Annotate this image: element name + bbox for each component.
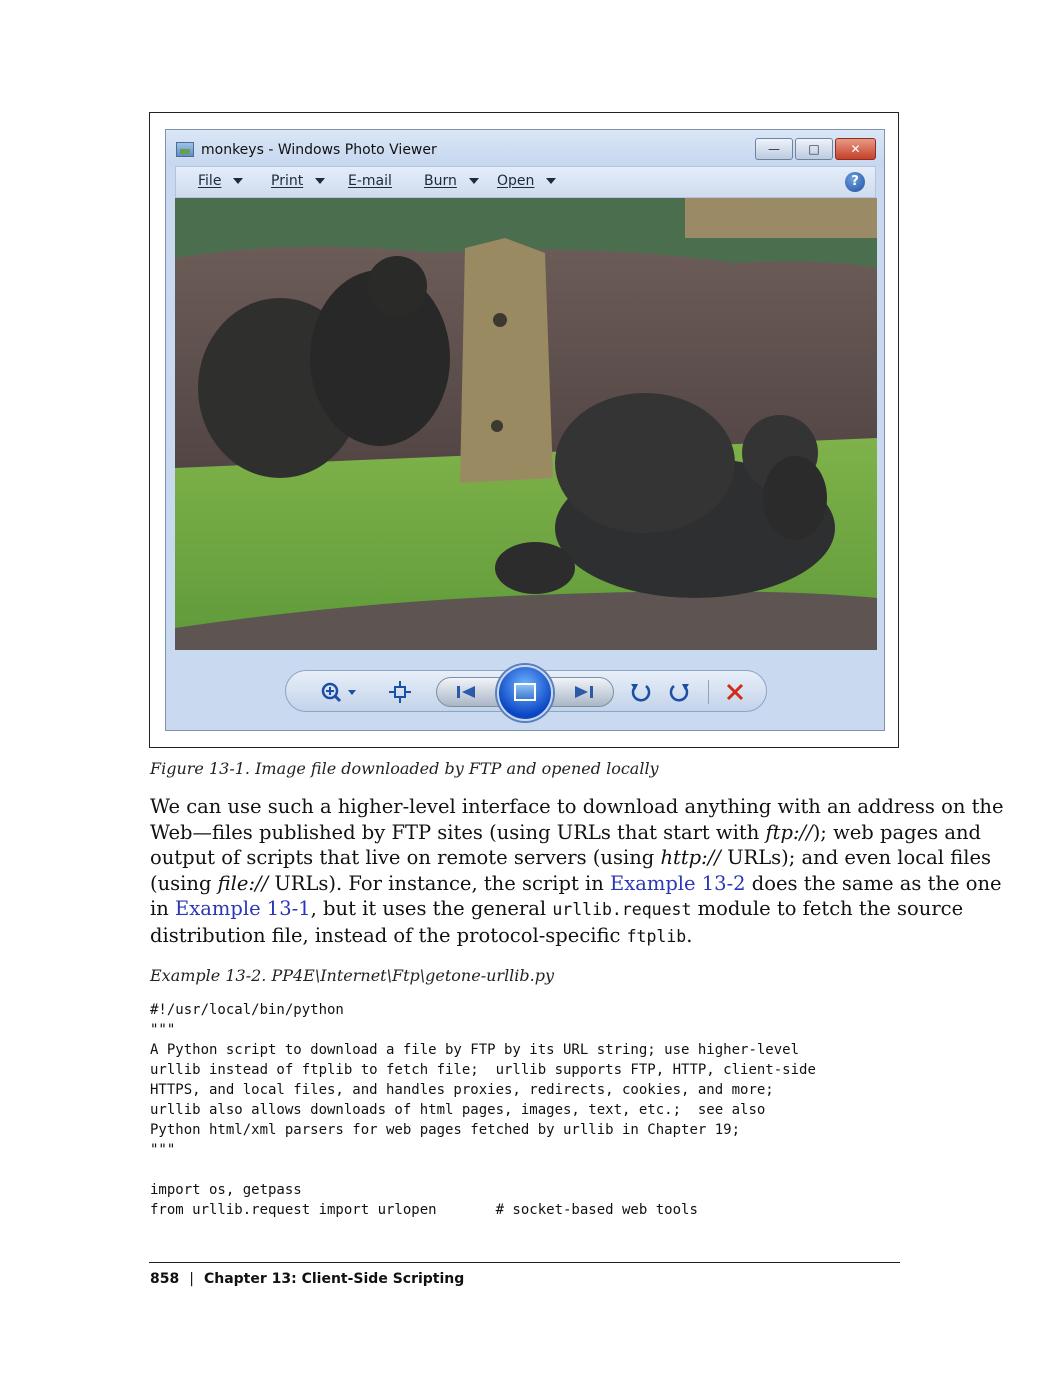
figure-caption: Figure 13-1. Image file downloaded by FT… xyxy=(150,759,659,778)
text-run: , but it uses the general xyxy=(310,897,553,920)
menu-bar: File Print E-mail Burn Open ? xyxy=(175,166,876,198)
italic-text: http:// xyxy=(660,846,721,869)
example-title: Example 13-2. PP4E\Internet\Ftp\getone-u… xyxy=(150,966,555,985)
text-run: module to fetch the source xyxy=(691,897,964,920)
example-link[interactable]: Example 13-1 xyxy=(175,897,311,920)
footer-rule xyxy=(149,1262,900,1263)
menu-open[interactable]: Open xyxy=(497,173,557,189)
close-button[interactable]: ✕ xyxy=(835,138,876,160)
menu-burn-label: Burn xyxy=(424,173,457,189)
footer-separator: | xyxy=(189,1271,194,1287)
chevron-down-icon xyxy=(546,178,557,184)
menu-file[interactable]: File xyxy=(198,173,244,189)
zoom-icon[interactable] xyxy=(320,681,360,703)
italic-text: file:// xyxy=(217,871,269,895)
paragraph-line: (using file:// URLs). For instance, the … xyxy=(150,871,1002,897)
text-run: Web—files published by FTP sites (using … xyxy=(150,820,766,844)
paragraph-line: output of scripts that live on remote se… xyxy=(150,845,991,871)
slideshow-icon xyxy=(514,683,536,701)
title-bar: monkeys - Windows Photo Viewer — □ ✕ xyxy=(166,130,884,166)
text-run: distribution file, instead of the protoc… xyxy=(150,923,627,947)
chevron-down-icon xyxy=(468,178,479,184)
rotate-clockwise-icon[interactable] xyxy=(669,681,691,703)
actual-size-icon[interactable] xyxy=(389,681,411,703)
example-link[interactable]: Example 13-2 xyxy=(610,872,746,895)
help-icon[interactable]: ? xyxy=(845,172,865,192)
minimize-button[interactable]: — xyxy=(755,138,793,160)
next-icon[interactable] xyxy=(573,684,595,700)
body-paragraph: We can use such a higher-level interface… xyxy=(150,794,1004,950)
text-run: output of scripts that live on remote se… xyxy=(150,846,661,869)
maximize-button[interactable]: □ xyxy=(795,138,833,160)
chevron-down-icon xyxy=(315,178,326,184)
delete-icon[interactable] xyxy=(725,682,745,702)
photo-viewer-app-icon xyxy=(176,142,194,157)
text-run: using xyxy=(157,871,218,895)
menu-open-label: Open xyxy=(497,173,535,189)
text-run: does the same as the one xyxy=(745,871,1002,895)
paragraph-line: We can use such a higher-level interface… xyxy=(150,794,1004,820)
text-run: . xyxy=(686,923,693,947)
window-title: monkeys - Windows Photo Viewer xyxy=(201,142,437,158)
text-run: We can use such a higher-level interface… xyxy=(150,795,1004,818)
chevron-down-icon xyxy=(233,178,244,184)
paragraph-line: distribution file, instead of the protoc… xyxy=(150,923,902,950)
chimpanzee-photo xyxy=(175,198,877,650)
menu-print-label: Print xyxy=(271,173,304,189)
menu-email-label: E-mail xyxy=(348,173,392,189)
slideshow-button[interactable] xyxy=(497,665,553,721)
text-run: ); web pages and xyxy=(812,820,981,844)
chapter-title: Chapter 13: Client-Side Scripting xyxy=(203,1271,465,1287)
menu-print[interactable]: Print xyxy=(271,173,326,189)
page-number: 858 xyxy=(150,1271,180,1287)
rotate-counterclockwise-icon[interactable] xyxy=(629,681,651,703)
text-run: in xyxy=(150,897,175,920)
menu-burn[interactable]: Burn xyxy=(424,173,479,189)
text-run: URLs); and even local files xyxy=(720,846,991,869)
paragraph-line: Web—files published by FTP sites (using … xyxy=(150,820,981,846)
viewer-control-bar xyxy=(285,665,767,721)
paragraph-line: in Example 13-1, but it uses the general… xyxy=(150,896,963,923)
code-listing: #!/usr/local/bin/python """ A Python scr… xyxy=(150,1002,816,1218)
text-run: URLs). For instance, the script in xyxy=(268,871,610,895)
control-separator xyxy=(708,680,709,704)
menu-file-label: File xyxy=(198,173,222,189)
italic-text: ftp:// xyxy=(765,820,813,844)
page-footer: 858 | Chapter 13: Client-Side Scripting xyxy=(150,1271,464,1287)
inline-code: ftplib xyxy=(626,926,687,946)
previous-icon[interactable] xyxy=(455,684,477,700)
menu-email[interactable]: E-mail xyxy=(348,173,392,189)
text-run: ( xyxy=(150,871,158,895)
photo-viewer-window: monkeys - Windows Photo Viewer — □ ✕ Fil… xyxy=(165,129,885,731)
inline-code: urllib.request xyxy=(552,900,692,919)
